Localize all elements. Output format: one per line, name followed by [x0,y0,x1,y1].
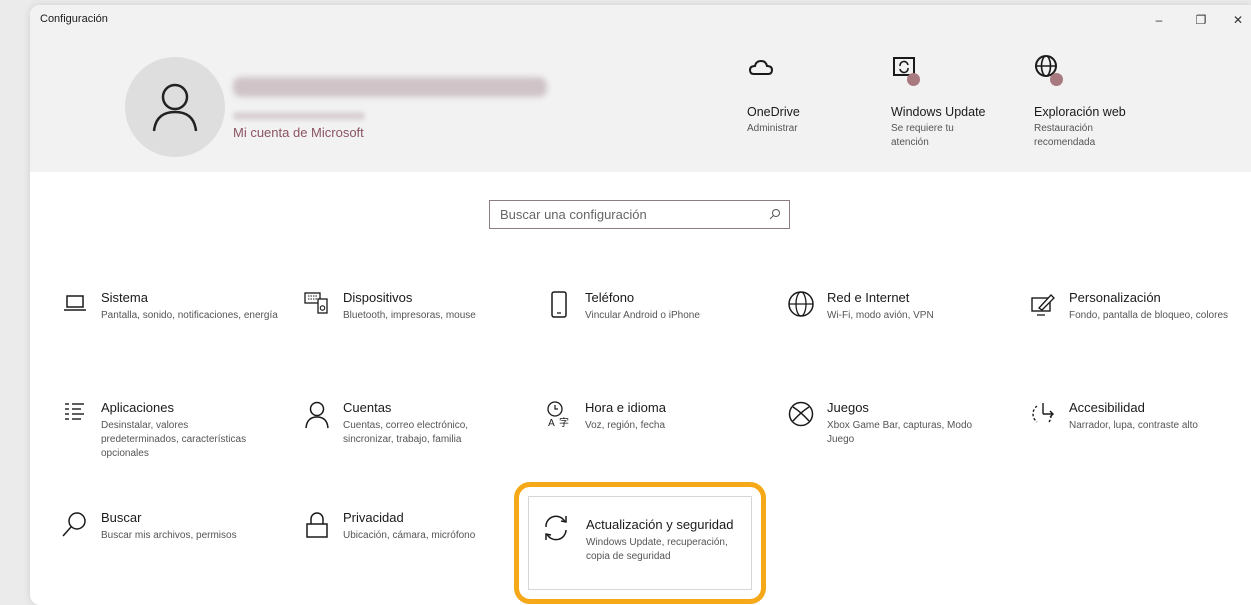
search-icon [62,512,86,537]
tile-title: Sistema [101,290,148,305]
keyboard-speaker-icon [304,292,328,314]
person-icon [152,83,198,132]
search-box [489,200,790,229]
tile-hora-idioma[interactable]: A字 Hora e idioma Voz, región, fecha [542,400,772,485]
window-title: Configuración [40,13,108,25]
warning-badge-icon [907,73,920,86]
status-title: Exploración web [1034,105,1126,119]
tile-sub: Narrador, lupa, contraste alto [1069,420,1198,431]
xbox-icon [788,401,814,427]
tile-sub: Fondo, pantalla de bloqueo, colores [1069,310,1229,321]
tile-telefono[interactable]: Teléfono Vincular Android o iPhone [542,290,772,375]
laptop-icon [64,295,86,311]
tile-dispositivos[interactable]: Dispositivos Bluetooth, impresoras, mouse [300,290,530,375]
tile-accesibilidad[interactable]: Accesibilidad Narrador, lupa, contraste a… [1026,400,1251,485]
tile-sub: Voz, región, fecha [585,420,666,431]
minimize-button[interactable]: – [1144,9,1174,31]
time-language-icon: A字 [547,401,569,428]
tile-title: Teléfono [585,290,635,305]
status-windows-update[interactable]: Windows Update Se requiere tu atención [891,54,1041,150]
tile-title: Privacidad [343,510,404,525]
tile-red-internet[interactable]: Red e Internet Wi-Fi, modo avión, VPN [784,290,1014,375]
svg-text:字: 字 [559,416,569,428]
status-web-browsing[interactable]: Exploración web Restauración recomendada [1034,54,1184,150]
email-redacted [233,77,547,97]
tile-title: Hora e idioma [585,400,666,415]
person-icon [305,401,329,429]
status-title: Windows Update [891,105,986,119]
status-onedrive[interactable]: OneDrive Administrar [747,54,897,136]
tile-title: Aplicaciones [101,400,174,415]
avatar[interactable] [125,57,225,157]
tile-title: Buscar [101,510,142,525]
tile-sub: Windows Update, recuperación, copia de s… [586,537,728,562]
tile-buscar[interactable]: Buscar Buscar mis archivos, permisos [58,510,288,595]
microsoft-account-link[interactable]: Mi cuenta de Microsoft [233,125,364,140]
tile-cuentas[interactable]: Cuentas Cuentas, correo electrónico, sinc… [300,400,530,485]
lock-icon [306,512,328,538]
tile-sub: Cuentas, correo electrónico, sincronizar… [343,420,469,445]
status-sub: Restauración recomendada [1034,123,1096,148]
tile-sub: Vincular Android o iPhone [585,310,700,321]
tile-sub: Ubicación, cámara, micrófono [343,530,476,541]
apps-list-icon [65,403,84,420]
tile-sub: Desinstalar, valores predeterminados, ca… [101,420,247,459]
status-sub: Se requiere tu atención [891,123,954,148]
tile-title: Juegos [827,400,869,415]
tile-aplicaciones[interactable]: Aplicaciones Desinstalar, valores predete… [58,400,288,485]
maximize-button[interactable]: ❐ [1186,9,1216,31]
tile-sistema[interactable]: Sistema Pantalla, sonido, notificaciones,… [58,290,288,375]
tile-sub: Bluetooth, impresoras, mouse [343,310,476,321]
status-title: OneDrive [747,105,800,119]
close-button[interactable]: ✕ [1223,9,1251,31]
settings-window: Mi cuenta de Microsoft OneDrive Administ… [30,5,1251,605]
sync-icon [545,515,567,541]
tile-sub: Buscar mis archivos, permisos [101,530,237,541]
accessibility-icon [1032,403,1054,423]
phone-icon [551,291,567,318]
search-input[interactable] [490,201,760,228]
search-icon[interactable] [769,208,781,220]
warning-badge-icon [1050,73,1063,86]
globe-icon [788,291,814,317]
account-detail-redacted [233,112,365,120]
tile-juegos[interactable]: Juegos Xbox Game Bar, capturas, Modo Jueg… [784,400,1014,485]
tile-privacidad[interactable]: Privacidad Ubicación, cámara, micrófono [300,510,530,595]
tile-personalizacion[interactable]: Personalización Fondo, pantalla de bloque… [1026,290,1251,375]
tile-title: Red e Internet [827,290,910,305]
tile-title: Actualización y seguridad [586,517,734,532]
status-sub: Administrar [747,123,798,134]
tile-title: Cuentas [343,400,392,415]
tile-title: Dispositivos [343,290,413,305]
tile-sub: Pantalla, sonido, notificaciones, energí… [101,310,278,321]
cloud-icon [748,59,774,75]
tile-actualizacion-seguridad[interactable]: Actualización y seguridad Windows Update… [528,496,752,590]
tile-title: Accesibilidad [1069,400,1145,415]
title-bar: Configuración – ❐ ✕ [30,5,1251,35]
tile-sub: Xbox Game Bar, capturas, Modo Juego [827,420,973,445]
svg-text:A: A [548,418,555,428]
tile-title: Personalización [1069,290,1161,305]
tile-sub: Wi-Fi, modo avión, VPN [827,310,934,321]
paint-pen-icon [1031,294,1055,316]
